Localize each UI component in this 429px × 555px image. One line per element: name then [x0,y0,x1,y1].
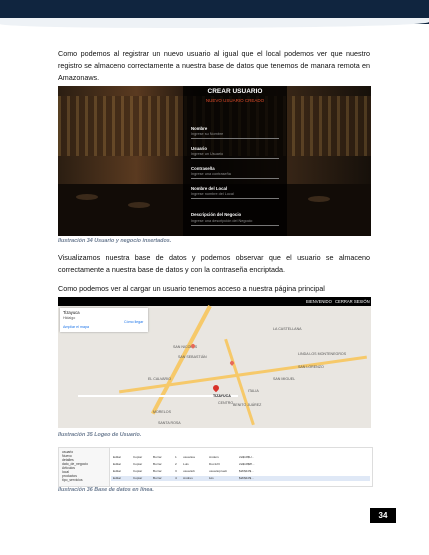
cell: 1 [175,455,177,459]
cell: luis [209,476,214,480]
stool-icon [128,202,150,208]
cell: usuariob [183,469,195,473]
caption-fig34: Ilustración 34 Usuario y negocio inserta… [58,238,172,244]
table-row[interactable]: Editar Copiar Borrar 1 usuarioa Anders 2… [111,455,370,460]
copy-link[interactable]: Copiar [133,462,142,466]
nav-logout[interactable]: CERRAR SESIÓN [335,299,370,304]
map-label: MORELOS [153,410,171,414]
enlarge-map-link[interactable]: Ampliar el mapa [63,325,89,329]
table-row[interactable]: Editar Copiar Borrar 4 Andres luis $2b$1… [111,476,370,481]
paragraph-2: Visualizamos nuestra base de datos y pod… [58,253,370,274]
cell: usuarioprueb [209,469,228,473]
tree-item[interactable]: tipo_servicios [62,478,83,482]
stool-icon [308,196,330,202]
map-label: LINDA LOS MONTENEGROS [298,352,347,356]
paragraph-1: Como podemos al registrar un nuevo usuar… [58,49,370,82]
form-message: NUEVO USUARIO CREADO [205,98,265,103]
local-name-input[interactable]: Ingrese nombre del Local [191,192,279,199]
caption-fig35: Ilustración 35 Logeo de Usuario. [58,432,142,438]
directions-link[interactable]: Cómo llegar [124,320,143,324]
nav-welcome[interactable]: BIENVENIDO [306,299,332,304]
map-label: LA CASTELLANA [273,327,302,331]
map-label: EL CALVARIO [148,377,171,381]
create-user-form: CREAR USUARIO NUEVO USUARIO CREADO Nombr… [183,86,287,236]
map-label: SAN MIGUEL [273,377,296,381]
local-name-label: Nombre del Local [191,186,228,191]
copy-link[interactable]: Copiar [133,476,142,480]
map-label: SANTA ROSA [158,421,181,425]
edit-link[interactable]: Editar [113,469,121,473]
delete-link[interactable]: Borrar [153,469,162,473]
location-pin-icon[interactable] [211,383,221,393]
copy-link[interactable]: Copiar [133,469,142,473]
password-label: Contraseña [191,166,215,171]
stool-icon [76,194,98,200]
cell: Luis [183,462,189,466]
caption-fig36: Ilustración 36 Base de datos en línea. [58,487,154,493]
map-label: TIZAYUCA [213,394,231,398]
map-label: BENITO JUÁREZ [233,403,262,407]
paragraph-3: Como podemos ver al cargar un usuario te… [58,284,325,293]
cell: Andres [183,476,193,480]
map-road [224,338,255,426]
delete-link[interactable]: Borrar [153,476,162,480]
password-input[interactable]: Ingrese una contraseña [191,172,279,179]
page-header-swoosh [0,18,429,28]
figure-create-user: CREAR USUARIO NUEVO USUARIO CREADO Nombr… [58,86,371,236]
edit-link[interactable]: Editar [113,455,121,459]
user-input[interactable]: Ingrese un Usuario [191,152,279,159]
cell: $2b$10$... [239,476,254,480]
figure-map-page: BIENVENIDO CERRAR SESIÓN Tizayuca Hidalg… [58,297,371,428]
edit-link[interactable]: Editar [113,476,121,480]
cell: 2a$10$U... [239,455,255,459]
cell: usuarioa [183,455,195,459]
cell: $2b$10$... [239,469,254,473]
map-road [150,305,212,415]
user-label: Usuario [191,146,207,151]
map-label: SAN SEBASTIÁN [178,355,207,359]
form-title: CREAR USUARIO [207,88,263,95]
map-label: CENTRO [218,401,234,405]
page-number: 34 [370,508,396,523]
cell: 4 [175,476,177,480]
table-row[interactable]: Editar Copiar Borrar 3 usuariob usuariop… [111,469,370,474]
top-nav: BIENVENIDO CERRAR SESIÓN [58,297,371,306]
db-tree: usuario Nuevo detalles dato_de_negocio A… [59,448,110,486]
business-description-label: Descripción del Negocio [191,212,242,217]
cell: 2 [175,462,177,466]
cell: 2a$10$8f... [239,462,255,466]
delete-link[interactable]: Borrar [153,462,162,466]
table-row[interactable]: Editar Copiar Borrar 2 Luis Duc123 2a$10… [111,462,370,467]
map-label: ITALIA [248,389,259,393]
place-title: Tizayuca [63,310,80,315]
cell: 3 [175,469,177,473]
business-description-input[interactable]: Ingrese una descripción del Negocio [191,219,279,226]
map-label: SAN LORENZO [298,365,324,369]
delete-link[interactable]: Borrar [153,455,162,459]
place-subtitle: Hidalgo [63,316,76,320]
name-label: Nombre [191,126,208,131]
cell: Duc123 [209,462,220,466]
copy-link[interactable]: Copiar [133,455,142,459]
name-input[interactable]: Ingrese su Nombre [191,132,279,139]
figure-database: usuario Nuevo detalles dato_de_negocio A… [58,447,373,487]
edit-link[interactable]: Editar [113,462,121,466]
map-place-card: Tizayuca Hidalgo Ampliar el mapa Cómo ll… [60,308,148,332]
cell: Anders [209,455,219,459]
